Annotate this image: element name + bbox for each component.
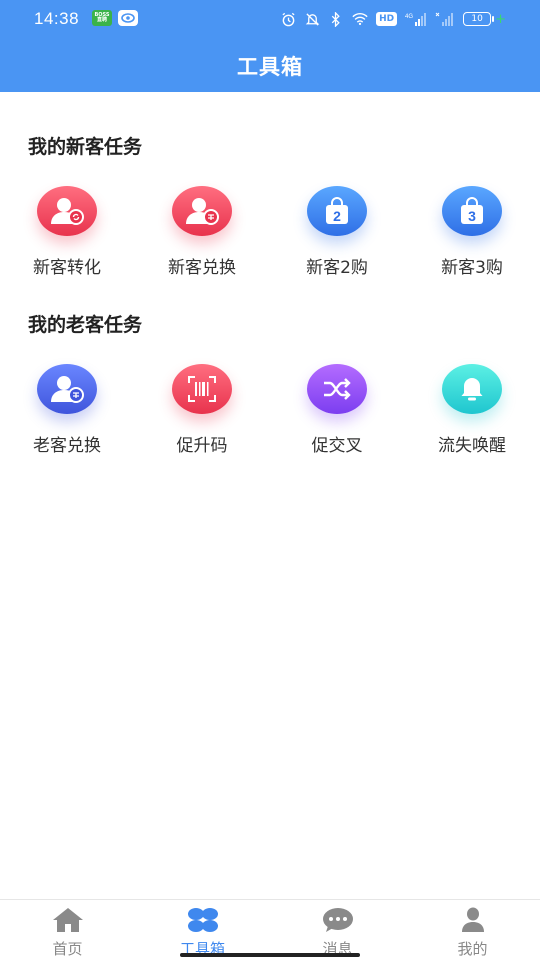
tool-label: 新客兑换 [168,258,236,278]
home-indicator[interactable] [180,953,360,957]
charging-icon: + [495,11,506,27]
scan-code-icon [172,364,232,414]
tab-messages[interactable]: 消息 [270,900,405,960]
tool-cross-sell[interactable]: 促交叉 [277,356,397,466]
status-right-icons: HD 4G 10 + [280,10,506,28]
app-badge-icon: BOSS直聘 [92,10,112,26]
tool-new-customer-second-purchase[interactable]: 2 新客2购 [277,178,397,288]
tool-label: 新客转化 [33,258,101,278]
user-exchange-icon [37,364,97,414]
tool-upgrade-code[interactable]: 促升码 [142,356,262,466]
tool-churn-wakeup[interactable]: 流失唤醒 [412,356,532,466]
battery-icon: 10 [463,12,495,26]
hd-badge: HD [376,12,398,26]
tool-new-customer-third-purchase[interactable]: 3 新客3购 [412,178,532,288]
tool-label: 流失唤醒 [438,436,506,456]
bluetooth-icon [328,11,344,27]
svg-text:4G: 4G [405,14,413,20]
eye-icon [118,10,138,26]
signal-icon-2 [435,11,455,27]
tool-new-customer-exchange[interactable]: 新客兑换 [142,178,262,288]
user-exchange-icon [172,186,232,236]
tab-toolbox[interactable]: 工具箱 [135,900,270,960]
alarm-icon [280,11,296,27]
message-icon [322,907,354,933]
wifi-icon [352,11,368,27]
section-title-new-customers: 我的新客任务 [28,136,143,158]
section-title-returning-customers: 我的老客任务 [28,314,143,336]
status-time: 14:38 [34,9,80,28]
home-icon [52,907,84,933]
tab-label: 我的 [457,940,488,958]
bag-2-icon: 2 [307,186,367,236]
status-bar: 14:38 BOSS直聘 HD 4G 10 + [0,0,540,38]
profile-icon [457,907,489,933]
bag-3-icon: 3 [442,186,502,236]
tool-new-customer-convert[interactable]: 新客转化 [7,178,127,288]
returning-customer-tools: 老客兑换 促升码 促交叉 流失唤醒 [0,356,540,466]
bag-badge: 2 [333,208,341,224]
tab-label: 首页 [52,940,83,958]
tool-returning-customer-exchange[interactable]: 老客兑换 [7,356,127,466]
user-convert-icon [37,186,97,236]
mute-icon [304,11,320,27]
tool-label: 促升码 [176,436,228,456]
page-title: 工具箱 [237,55,303,79]
new-customer-tools: 新客转化 新客兑换 2 新客2购 3 新客3购 [0,178,540,288]
signal-icon: 4G [405,11,427,27]
toolbox-icon [187,907,219,933]
app-header: 14:38 BOSS直聘 HD 4G 10 + 工具箱 [0,0,540,92]
bottom-tab-bar: 首页 工具箱 消息 我的 [0,899,540,960]
status-left-icons: BOSS直聘 [92,10,138,26]
shuffle-icon [307,364,367,414]
tool-label: 新客2购 [306,258,368,278]
tab-home[interactable]: 首页 [0,900,135,960]
bag-badge: 3 [468,208,476,224]
tool-label: 促交叉 [311,436,363,456]
tool-label: 新客3购 [441,258,503,278]
bell-icon [442,364,502,414]
tab-profile[interactable]: 我的 [405,900,540,960]
tool-label: 老客兑换 [33,436,101,456]
